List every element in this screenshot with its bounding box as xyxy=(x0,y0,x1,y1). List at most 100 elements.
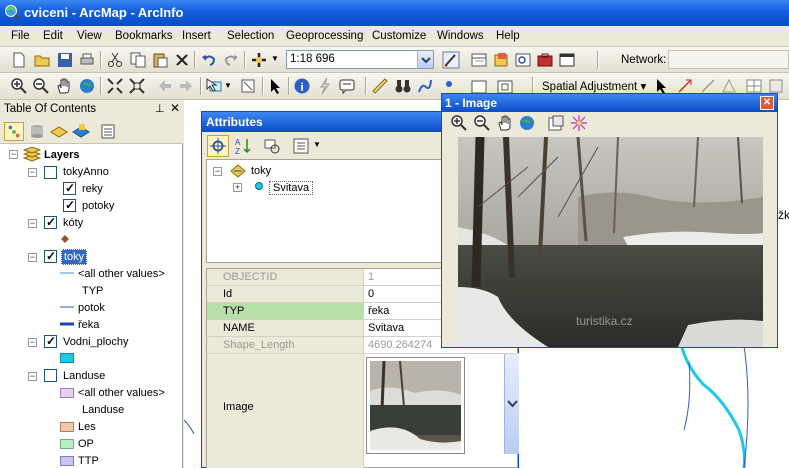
zoom-out-icon[interactable] xyxy=(473,114,491,132)
collapse-tokyanno-icon[interactable]: − xyxy=(28,168,37,177)
identify-icon[interactable]: i xyxy=(293,77,311,95)
properties-icon[interactable] xyxy=(547,114,565,132)
reky-visibility-checkbox[interactable] xyxy=(63,181,76,195)
select-dropdown-icon[interactable]: ▼ xyxy=(224,81,232,90)
copy-icon[interactable] xyxy=(129,51,147,69)
undo-icon[interactable] xyxy=(200,51,218,69)
list-by-drawing-order-icon[interactable] xyxy=(4,122,24,141)
field-row-image[interactable]: Image xyxy=(207,354,519,468)
collapse-landuse-icon[interactable]: − xyxy=(28,372,37,381)
redo-icon[interactable] xyxy=(222,51,240,69)
tree-layer-toky[interactable]: toky xyxy=(251,165,271,177)
html-popup-icon[interactable] xyxy=(338,77,356,95)
network-combobox[interactable] xyxy=(668,50,789,69)
pin-icon[interactable]: ⊥ xyxy=(155,102,165,115)
spatial-adjustment-menu[interactable]: Spatial Adjustment ▾ xyxy=(542,79,646,93)
toc-layer-potoky[interactable]: potoky xyxy=(82,200,114,212)
print-icon[interactable] xyxy=(78,51,96,69)
search-window-icon[interactable] xyxy=(514,51,532,69)
find-binoculars-icon[interactable] xyxy=(394,77,412,95)
add-data-icon[interactable] xyxy=(250,51,268,69)
list-by-source-icon[interactable] xyxy=(27,122,47,141)
pan-hand-icon[interactable] xyxy=(55,77,73,95)
collapse-vodni-icon[interactable]: − xyxy=(28,338,37,347)
landuse-visibility-checkbox[interactable] xyxy=(44,369,57,382)
collapse-koty-icon[interactable]: − xyxy=(28,219,37,228)
forward-arrow-icon[interactable] xyxy=(177,77,195,95)
add-data-dropdown-icon[interactable]: ▼ xyxy=(271,54,279,63)
menu-geoprocessing[interactable]: Geoprocessing xyxy=(286,30,363,42)
hyperlink-lightning-icon[interactable] xyxy=(316,77,334,95)
image-viewer-canvas[interactable]: turistika.cz xyxy=(458,136,763,347)
image-field-dropdown[interactable] xyxy=(504,354,519,454)
pan-hand-icon[interactable] xyxy=(496,114,514,132)
chevron-down-icon[interactable] xyxy=(417,51,433,68)
menu-view[interactable]: View xyxy=(77,30,102,42)
tokyanno-visibility-checkbox[interactable] xyxy=(44,166,57,179)
collapse-toky-icon[interactable]: − xyxy=(28,253,37,262)
close-icon[interactable]: ✕ xyxy=(170,101,180,115)
menu-selection[interactable]: Selection xyxy=(227,30,274,42)
toc-layer-toky[interactable]: toky xyxy=(61,249,88,265)
catalog-icon[interactable] xyxy=(492,51,510,69)
list-by-visibility-icon[interactable] xyxy=(49,122,69,141)
toc-layer-koty[interactable]: kóty xyxy=(63,217,83,229)
editor-toolbar-icon[interactable] xyxy=(442,51,460,69)
clear-selection-icon[interactable] xyxy=(239,77,257,95)
toc-layer-landuse[interactable]: Landuse xyxy=(63,370,105,382)
image-window-title-bar[interactable]: 1 - Image ✕ xyxy=(442,94,777,112)
delete-icon[interactable] xyxy=(173,51,191,69)
menu-edit[interactable]: Edit xyxy=(43,30,63,42)
map-scale-combobox[interactable]: 1:18 696 xyxy=(286,50,434,69)
fixed-zoom-out-icon[interactable] xyxy=(128,77,146,95)
measure-icon[interactable] xyxy=(371,77,389,95)
potoky-visibility-checkbox[interactable] xyxy=(63,198,76,212)
image-thumbnail[interactable] xyxy=(366,357,465,454)
select-elements-arrow-icon[interactable] xyxy=(267,77,285,95)
new-document-icon[interactable] xyxy=(10,51,28,69)
arctoolbox-icon[interactable] xyxy=(536,51,554,69)
vodni-visibility-checkbox[interactable] xyxy=(44,334,57,348)
full-extent-globe-icon[interactable] xyxy=(518,114,536,132)
menu-bookmarks[interactable]: Bookmarks xyxy=(115,30,173,42)
tree-feature-svitava[interactable]: Svitava xyxy=(269,181,314,195)
toc-layer-vodni-plochy[interactable]: Vodni_plochy xyxy=(63,336,128,348)
menu-customize[interactable]: Customize xyxy=(372,30,426,42)
toky-visibility-checkbox[interactable] xyxy=(44,249,57,263)
menu-windows[interactable]: Windows xyxy=(437,30,484,42)
show-all-layers-icon[interactable] xyxy=(207,135,229,157)
menu-file[interactable]: File xyxy=(11,30,30,42)
flash-sparkle-icon[interactable] xyxy=(570,114,588,132)
menu-help[interactable]: Help xyxy=(496,30,520,42)
toc-layer-tokyanno[interactable]: tokyAnno xyxy=(63,166,109,178)
zoom-out-icon[interactable] xyxy=(32,77,50,95)
cut-icon[interactable] xyxy=(106,51,124,69)
sort-az-icon[interactable]: AZ xyxy=(233,136,253,156)
menu-insert[interactable]: Insert xyxy=(182,30,211,42)
fixed-zoom-in-icon[interactable] xyxy=(106,77,124,95)
collapse-layers-icon[interactable]: − xyxy=(9,150,18,159)
collapse-tree-toky-icon[interactable]: − xyxy=(213,167,222,176)
open-folder-icon[interactable] xyxy=(33,51,51,69)
table-of-contents-icon[interactable] xyxy=(470,51,488,69)
splitter-handle[interactable] xyxy=(307,262,413,264)
toc-layer-reky[interactable]: reky xyxy=(82,183,103,195)
expand-svitava-icon[interactable]: + xyxy=(233,183,242,192)
zoom-in-icon[interactable] xyxy=(10,77,28,95)
toc-group-layers[interactable]: Layers xyxy=(44,149,79,161)
options-list-icon[interactable] xyxy=(291,136,311,156)
full-extent-globe-icon[interactable] xyxy=(78,77,96,95)
close-icon[interactable]: ✕ xyxy=(760,96,774,110)
python-window-icon[interactable] xyxy=(558,51,576,69)
find-route-icon[interactable] xyxy=(416,77,434,95)
identify-list-icon[interactable] xyxy=(262,136,282,156)
zoom-in-icon[interactable] xyxy=(450,114,468,132)
koty-visibility-checkbox[interactable] xyxy=(44,215,57,229)
back-arrow-icon[interactable] xyxy=(156,77,174,95)
options-icon[interactable] xyxy=(98,122,118,141)
options-dropdown-icon[interactable]: ▼ xyxy=(313,140,321,149)
save-icon[interactable] xyxy=(56,51,74,69)
list-by-selection-icon[interactable] xyxy=(71,122,91,141)
paste-icon[interactable] xyxy=(151,51,169,69)
select-features-icon[interactable] xyxy=(205,77,223,95)
